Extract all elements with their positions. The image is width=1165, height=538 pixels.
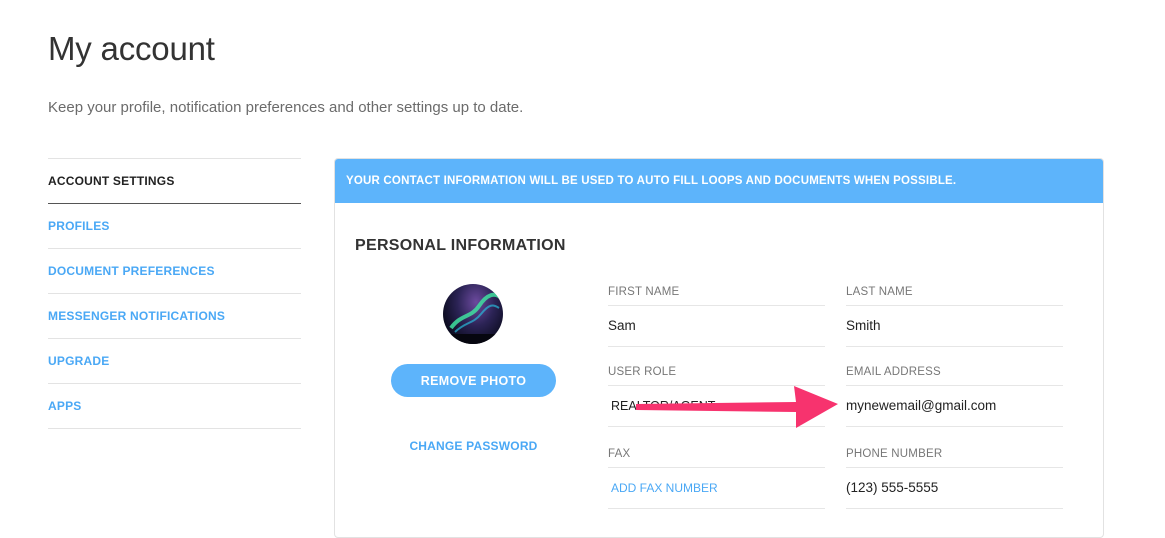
info-banner: YOUR CONTACT INFORMATION WILL BE USED TO… bbox=[335, 159, 1103, 203]
aurora-photo-icon bbox=[443, 292, 503, 344]
page-subtitle: Keep your profile, notification preferen… bbox=[48, 99, 524, 116]
first-name-input[interactable]: Sam bbox=[608, 306, 825, 347]
last-name-input[interactable]: Smith bbox=[846, 306, 1063, 347]
first-name-field: FIRST NAME Sam bbox=[608, 283, 825, 347]
phone-field: PHONE NUMBER (123) 555-5555 bbox=[846, 445, 1063, 509]
user-role-label: USER ROLE bbox=[608, 363, 825, 386]
personal-info-panel: YOUR CONTACT INFORMATION WILL BE USED TO… bbox=[334, 158, 1104, 538]
sidebar-item-account-settings[interactable]: ACCOUNT SETTINGS bbox=[48, 159, 301, 204]
remove-photo-button[interactable]: REMOVE PHOTO bbox=[391, 364, 556, 397]
sidebar-item-document-preferences[interactable]: DOCUMENT PREFERENCES bbox=[48, 249, 301, 294]
user-role-field: USER ROLE REALTOR/AGENT bbox=[608, 363, 825, 427]
sidebar-item-profiles[interactable]: PROFILES bbox=[48, 204, 301, 249]
email-input[interactable]: mynewemail@gmail.com bbox=[846, 386, 1063, 427]
section-title: PERSONAL INFORMATION bbox=[355, 237, 566, 254]
add-fax-number-link[interactable]: ADD FAX NUMBER bbox=[608, 468, 825, 509]
fax-label: FAX bbox=[608, 445, 825, 468]
last-name-label: LAST NAME bbox=[846, 283, 1063, 306]
first-name-label: FIRST NAME bbox=[608, 283, 825, 306]
fax-field: FAX ADD FAX NUMBER bbox=[608, 445, 825, 509]
user-role-select[interactable]: REALTOR/AGENT bbox=[608, 386, 825, 427]
email-label: EMAIL ADDRESS bbox=[846, 363, 1063, 386]
sidebar-item-upgrade[interactable]: UPGRADE bbox=[48, 339, 301, 384]
email-field: EMAIL ADDRESS mynewemail@gmail.com bbox=[846, 363, 1063, 427]
phone-input[interactable]: (123) 555-5555 bbox=[846, 468, 1063, 509]
change-password-link[interactable]: CHANGE PASSWORD bbox=[391, 439, 556, 453]
avatar bbox=[443, 284, 503, 344]
sidebar-item-apps[interactable]: APPS bbox=[48, 384, 301, 429]
last-name-field: LAST NAME Smith bbox=[846, 283, 1063, 347]
page-title: My account bbox=[48, 30, 215, 67]
sidebar-item-messenger-notifications[interactable]: MESSENGER NOTIFICATIONS bbox=[48, 294, 301, 339]
phone-label: PHONE NUMBER bbox=[846, 445, 1063, 468]
account-sidebar: ACCOUNT SETTINGS PROFILES DOCUMENT PREFE… bbox=[48, 158, 301, 429]
